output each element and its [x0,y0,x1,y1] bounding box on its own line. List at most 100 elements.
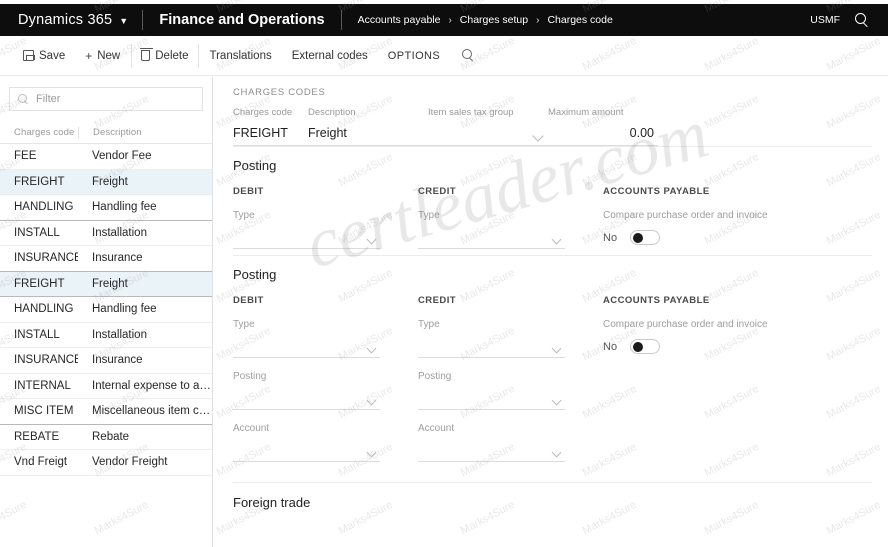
chevron-down-icon[interactable] [366,447,377,458]
posting-2-debit-account-field[interactable]: Account [233,423,380,462]
posting-section-1-title[interactable]: Posting [233,147,872,173]
posting-1-debit-type-input[interactable] [233,230,380,249]
posting-1-credit-type-label: Type [418,210,440,221]
app-title: Finance and Operations [159,12,325,28]
new-label: New [97,49,121,62]
list-item[interactable]: FEE Vendor Fee [0,144,212,170]
list-item[interactable]: FREIGHT Freight [0,169,212,195]
column-header-charges-code[interactable]: Charges code [0,127,78,138]
header-field-grid: Charges code FREIGHT Description Freight… [213,98,888,146]
accounts-payable-group-label-2: ACCOUNTS PAYABLE [603,295,710,306]
search-icon[interactable] [461,48,475,63]
list-item-description: Vendor Freight [92,456,168,469]
new-button[interactable]: + New [76,44,129,68]
translations-button[interactable]: Translations [201,44,281,68]
list-item[interactable]: INSTALL Installation [0,221,212,246]
list-item-description: Insurance [92,354,143,367]
toggle-knob-icon [633,232,644,243]
posting-1-accounts-payable-group: ACCOUNTS PAYABLE Compare purchase order … [603,186,863,249]
list-item[interactable]: INSURANCE Insurance [0,348,212,374]
breadcrumb-item-charges-code[interactable]: Charges code [547,14,612,26]
save-label: Save [39,49,66,62]
posting-1-debit-type-field[interactable]: Type [233,210,380,249]
options-tab[interactable]: OPTIONS [379,44,449,68]
chevron-down-icon[interactable] [551,234,562,245]
charges-code-list-pane: Filter Charges code Description FEE Vendo… [0,77,213,547]
list-item[interactable]: Vnd Freigt Vendor Freight [0,450,212,476]
chevron-down-icon[interactable] [551,395,562,406]
posting-2-compare-toggle[interactable] [630,339,661,354]
breadcrumb-item-charges-setup[interactable]: Charges setup [460,14,528,26]
posting-2-credit-type-field[interactable]: Type [418,319,565,358]
list-item[interactable]: HANDLING Handling fee [0,195,212,221]
search-icon[interactable] [854,12,870,28]
breadcrumb: Accounts payable › Charges setup › Charg… [342,14,613,26]
chevron-down-icon[interactable]: ▼ [119,16,128,26]
save-icon [23,50,35,61]
chevron-down-icon[interactable] [366,343,377,354]
filter-input[interactable]: Filter [9,87,203,111]
posting-1-toggle-value: No [603,231,618,244]
list-item[interactable]: INSTALL Installation [0,323,212,348]
delete-button[interactable]: Delete [131,43,199,68]
posting-section-1: Posting DEBIT Type CREDIT Type ACCOUNTS … [233,146,872,255]
chevron-down-icon[interactable] [551,447,562,458]
field-description[interactable]: Description Freight [308,107,428,146]
posting-2-credit-posting-input[interactable] [418,391,565,410]
save-button[interactable]: Save [14,44,74,68]
plus-icon: + [85,48,93,63]
posting-1-credit-type-field[interactable]: Type [418,210,565,249]
field-item-sales-tax-group[interactable]: Item sales tax group [428,107,548,146]
chevron-down-icon[interactable] [366,395,377,406]
chevron-down-icon[interactable] [366,234,377,245]
foreign-trade-title[interactable]: Foreign trade [233,483,872,510]
posting-1-compare-toggle[interactable] [630,230,661,245]
field-value-maximum-amount[interactable]: 0.00 [548,126,658,146]
list-item[interactable]: REBATE Rebate [0,425,212,450]
list-item[interactable]: MISC ITEM Miscellaneous item ch... [0,399,212,425]
list-item-code: INSURANCE [14,354,78,367]
posting-2-credit-posting-field[interactable]: Posting [418,371,565,410]
posting-section-2-title[interactable]: Posting [233,256,872,282]
action-pane-toolbar: Save + New Delete Translations External … [0,36,888,76]
posting-2-credit-account-input[interactable] [418,443,565,462]
top-navigation-bar: Dynamics 365 ▼ Finance and Operations Ac… [0,4,888,36]
list-item-description: Handling fee [92,201,157,214]
list-item-code: FEE [14,150,37,163]
list-item-code: MISC ITEM [14,405,74,418]
breadcrumb-item-accounts-payable[interactable]: Accounts payable [358,14,441,26]
company-label[interactable]: USMF [810,14,840,26]
field-charges-code[interactable]: Charges code FREIGHT [233,107,308,146]
posting-2-accounts-payable-group: ACCOUNTS PAYABLE Compare purchase order … [603,295,863,462]
posting-2-debit-posting-input[interactable] [233,391,380,410]
posting-2-credit-account-field[interactable]: Account [418,423,565,462]
brand-menu-button[interactable]: Dynamics 365 ▼ [0,4,142,36]
list-item-code: FREIGHT [14,277,65,290]
external-codes-label: External codes [291,49,368,62]
list-item[interactable]: HANDLING Handling fee [0,297,212,323]
field-label-description: Description [308,107,356,118]
search-icon [18,93,29,105]
field-maximum-amount[interactable]: Maximum amount 0.00 [548,107,658,146]
chevron-down-icon[interactable] [551,343,562,354]
list-item[interactable]: INTERNAL Internal expense to a l... [0,374,212,399]
column-header-description[interactable]: Description [78,127,212,138]
field-value-description[interactable]: Freight [308,126,428,146]
field-value-charges-code[interactable]: FREIGHT [233,126,308,146]
posting-1-credit-type-input[interactable] [418,230,565,249]
posting-2-debit-account-input[interactable] [233,443,380,462]
list-item[interactable]: FREIGHT Freight [0,271,212,297]
posting-2-debit-posting-field[interactable]: Posting [233,371,380,410]
external-codes-button[interactable]: External codes [283,44,377,68]
posting-2-debit-type-field[interactable]: Type [233,319,380,358]
list-item[interactable]: INSURANCE Insurance [0,246,212,272]
posting-2-debit-type-input[interactable] [233,339,380,358]
field-value-item-sales-tax-group[interactable] [428,126,548,146]
posting-2-credit-type-input[interactable] [418,339,565,358]
posting-2-debit-type-label: Type [233,319,255,330]
options-label: OPTIONS [387,49,441,62]
posting-1-debit-group: DEBIT Type [233,186,418,249]
list-item-code: REBATE [14,430,60,443]
chevron-down-icon[interactable] [532,130,544,142]
credit-group-label: CREDIT [418,186,457,197]
